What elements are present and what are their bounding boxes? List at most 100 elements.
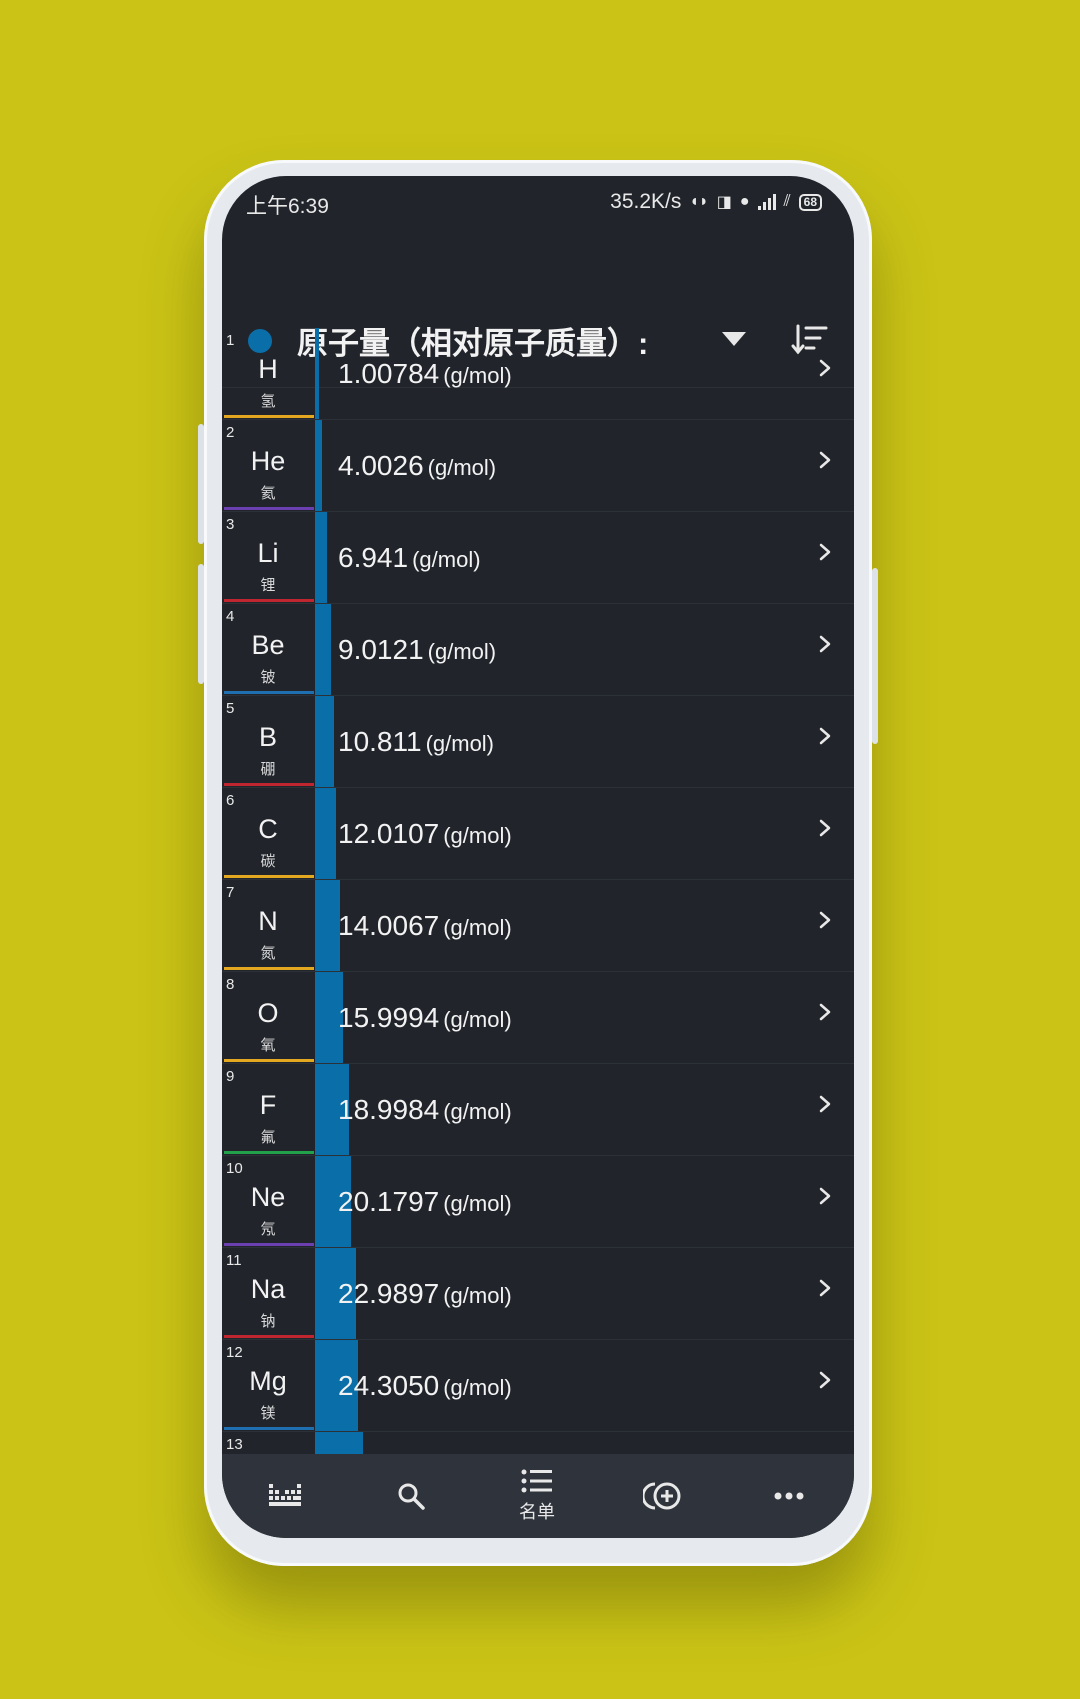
chevron-right-icon xyxy=(819,819,831,837)
chevron-right-icon xyxy=(819,543,831,561)
element-symbol: N xyxy=(258,906,278,936)
unit-label: (g/mol) xyxy=(443,363,512,388)
atomic-number: 10 xyxy=(226,1160,243,1177)
periodic-table-icon xyxy=(269,1484,301,1506)
element-row[interactable]: 4 Be 铍 9.0121 (g/mol) xyxy=(222,604,854,696)
nav-list[interactable]: 名单 xyxy=(474,1454,600,1538)
status-bar: 上午6:39 35.2K/s ◖◗ ◨ ● ⫽ 68 xyxy=(222,176,854,236)
more-icon xyxy=(774,1492,804,1500)
atomic-number: 7 xyxy=(226,884,235,901)
element-chinese-name: 锂 xyxy=(260,577,276,594)
element-chinese-name: 氟 xyxy=(260,1129,276,1146)
list-icon xyxy=(521,1469,552,1493)
category-underline xyxy=(224,967,314,970)
atomic-number: 1 xyxy=(226,332,235,349)
element-row[interactable]: 1 H 氢 1.00784 (g/mol) xyxy=(222,328,854,420)
element-symbol: O xyxy=(257,998,279,1028)
element-chinese-name: 氢 xyxy=(260,393,276,410)
unit-label: (g/mol) xyxy=(443,823,512,848)
atomic-weight: 6.941 (g/mol) xyxy=(338,542,481,574)
chevron-right-icon xyxy=(819,1371,831,1389)
earbuds-icon: ◖◗ xyxy=(689,193,709,210)
category-underline xyxy=(224,1059,314,1062)
network-speed: 35.2K/s xyxy=(610,190,682,213)
category-underline xyxy=(224,875,314,878)
atomic-weight: 24.3050 (g/mol) xyxy=(338,1370,512,1402)
element-chinese-name: 硼 xyxy=(260,761,276,778)
atomic-number: 13 xyxy=(226,1436,243,1453)
status-icons: 35.2K/s ◖◗ ◨ ● ⫽ 68 xyxy=(610,190,822,214)
atomic-weight-value: 24.3050 xyxy=(338,1370,440,1401)
atomic-weight-value: 4.0026 xyxy=(338,450,424,481)
chevron-right-icon xyxy=(819,1279,831,1297)
element-row[interactable]: 12 Mg 镁 24.3050 (g/mol) xyxy=(222,1340,854,1432)
element-symbol: Mg xyxy=(249,1366,287,1396)
category-underline xyxy=(224,415,314,418)
element-row[interactable]: 8 O 氧 15.9994 (g/mol) xyxy=(222,972,854,1064)
battery-icon: 68 xyxy=(798,193,822,211)
atomic-number: 2 xyxy=(226,424,235,441)
atomic-weight-value: 22.9897 xyxy=(338,1278,440,1309)
atomic-weight: 4.0026 (g/mol) xyxy=(338,450,496,482)
chevron-right-icon xyxy=(819,1187,831,1205)
element-chinese-name: 铍 xyxy=(260,669,276,686)
category-underline xyxy=(224,599,314,602)
atomic-number: 4 xyxy=(226,608,235,625)
search-icon xyxy=(398,1483,425,1510)
element-chinese-name: 氧 xyxy=(260,1037,276,1054)
element-row[interactable]: 7 N 氮 14.0067 (g/mol) xyxy=(222,880,854,972)
atomic-weight: 10.811 (g/mol) xyxy=(338,726,494,758)
unit-label: (g/mol) xyxy=(443,1283,512,1308)
nav-search[interactable] xyxy=(348,1454,474,1538)
signal-icon xyxy=(757,194,776,210)
atomic-weight: 12.0107 (g/mol) xyxy=(338,818,512,850)
value-bar xyxy=(315,512,327,603)
add-compare-icon xyxy=(643,1482,681,1510)
element-row[interactable]: 10 Ne 氖 20.1797 (g/mol) xyxy=(222,1156,854,1248)
element-chinese-name: 钠 xyxy=(260,1313,276,1330)
unit-label: (g/mol) xyxy=(443,915,512,940)
side-button-left-lower xyxy=(198,564,204,684)
screen: 上午6:39 35.2K/s ◖◗ ◨ ● ⫽ 68 原子量（相对原子质量）: xyxy=(222,176,854,1538)
bottom-navigation: 名单 xyxy=(222,1454,854,1538)
atomic-weight: 1.00784 (g/mol) xyxy=(338,358,512,390)
chevron-right-icon xyxy=(819,451,831,469)
mute-icon: ◨ xyxy=(716,194,732,211)
element-symbol: B xyxy=(258,722,277,752)
alarm-icon: ● xyxy=(739,193,750,210)
element-row[interactable]: 6 C 碳 12.0107 (g/mol) xyxy=(222,788,854,880)
unit-label: (g/mol) xyxy=(443,1375,512,1400)
atomic-number: 9 xyxy=(226,1068,235,1085)
nav-more[interactable] xyxy=(726,1454,852,1538)
unit-label: (g/mol) xyxy=(427,639,497,664)
phone-frame: 上午6:39 35.2K/s ◖◗ ◨ ● ⫽ 68 原子量（相对原子质量）: xyxy=(198,160,878,1566)
atomic-number: 8 xyxy=(226,976,235,993)
nav-periodic-table[interactable] xyxy=(222,1454,348,1538)
element-symbol: Na xyxy=(250,1274,286,1304)
element-symbol: Ne xyxy=(250,1182,286,1212)
category-underline xyxy=(224,1335,314,1338)
atomic-weight-value: 15.9994 xyxy=(338,1002,440,1033)
unit-label: (g/mol) xyxy=(412,547,481,572)
element-row[interactable]: 5 B 硼 10.811 (g/mol) xyxy=(222,696,854,788)
atomic-weight-value: 14.0067 xyxy=(338,910,440,941)
atomic-weight: 22.9897 (g/mol) xyxy=(338,1278,512,1310)
element-symbol: F xyxy=(259,1090,277,1120)
element-row[interactable]: 3 Li 锂 6.941 (g/mol) xyxy=(222,512,854,604)
chevron-right-icon xyxy=(819,1003,831,1021)
element-symbol: C xyxy=(258,814,278,844)
atomic-weight: 20.1797 (g/mol) xyxy=(338,1186,512,1218)
element-row[interactable]: 9 F 氟 18.9984 (g/mol) xyxy=(222,1064,854,1156)
element-row[interactable]: 11 Na 钠 22.9897 (g/mol) xyxy=(222,1248,854,1340)
element-chinese-name: 氦 xyxy=(260,485,276,502)
element-symbol: Be xyxy=(251,630,285,660)
atomic-weight: 9.0121 (g/mol) xyxy=(338,634,496,666)
element-symbol: Li xyxy=(257,538,279,568)
wifi-icon: ⫽ xyxy=(783,193,791,210)
chevron-right-icon xyxy=(819,727,831,745)
atomic-number: 6 xyxy=(226,792,235,809)
nav-add-compare[interactable] xyxy=(600,1454,726,1538)
atomic-weight-value: 6.941 xyxy=(338,542,409,573)
element-row[interactable]: 2 He 氦 4.0026 (g/mol) xyxy=(222,420,854,512)
element-chinese-name: 氮 xyxy=(260,945,276,962)
